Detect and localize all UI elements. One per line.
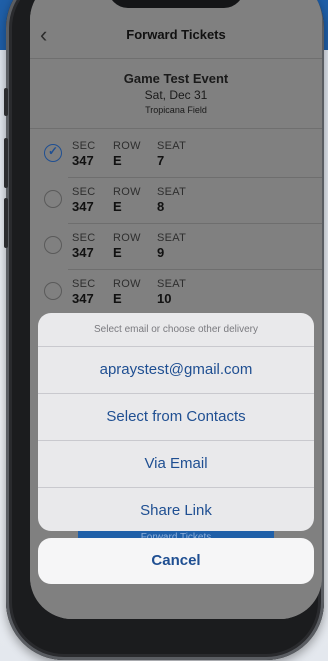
sec-column: SEC 347 (72, 186, 96, 214)
event-info: Game Test Event Sat, Dec 31 Tropicana Fi… (30, 71, 322, 115)
sec-value: 347 (72, 245, 94, 260)
seat-label: SEAT (157, 186, 187, 198)
sec-value: 347 (72, 153, 94, 168)
ticket-checkbox[interactable] (44, 282, 62, 300)
row-column: ROW E (113, 232, 141, 260)
seat-label: SEAT (157, 278, 187, 290)
sec-column: SEC 347 (72, 232, 96, 260)
event-date: Sat, Dec 31 (144, 88, 208, 102)
seat-column: SEAT 9 (157, 232, 186, 260)
row-label: ROW (113, 140, 141, 152)
sec-column: SEC 347 (72, 278, 96, 306)
seat-label: SEAT (157, 140, 187, 152)
sec-value: 347 (72, 199, 94, 214)
email-option-button[interactable]: apraystest@gmail.com (38, 346, 314, 393)
seat-value: 9 (157, 245, 165, 260)
sec-label: SEC (72, 278, 96, 290)
ticket-checkbox[interactable] (44, 190, 62, 208)
row-label: ROW (113, 278, 141, 290)
seat-column: SEAT 8 (157, 186, 186, 214)
ticket-checkbox-checked[interactable] (44, 144, 62, 162)
row-value: E (113, 245, 122, 260)
sec-label: SEC (72, 186, 96, 198)
phone-frame: ‹ Forward Tickets Game Test Event Sat, D… (4, 0, 324, 660)
event-venue: Tropicana Field (145, 105, 207, 115)
ticket-row[interactable]: SEC 347 ROW E SEAT 10 (30, 270, 322, 316)
delivery-action-sheet: Select email or choose other delivery ap… (38, 313, 314, 531)
event-name: Game Test Event (123, 71, 229, 86)
row-value: E (113, 153, 122, 168)
seat-value: 7 (157, 153, 165, 168)
nav-divider (30, 58, 322, 59)
action-sheet-header: Select email or choose other delivery (94, 324, 258, 335)
sec-label: SEC (72, 140, 96, 152)
seat-label: SEAT (157, 232, 187, 244)
seat-column: SEAT 10 (157, 278, 186, 306)
page-title: Forward Tickets (126, 27, 226, 42)
volume-down-button (4, 198, 8, 248)
sec-column: SEC 347 (72, 140, 96, 168)
ticket-row[interactable]: SEC 347 ROW E SEAT 9 (30, 224, 322, 270)
row-column: ROW E (113, 140, 141, 168)
nav-bar: ‹ Forward Tickets (30, 18, 322, 54)
seat-value: 8 (157, 199, 165, 214)
mute-switch (4, 88, 8, 116)
notch (108, 0, 244, 8)
share-link-button[interactable]: Share Link (38, 487, 314, 531)
cancel-button[interactable]: Cancel (38, 538, 314, 584)
ticket-row[interactable]: SEC 347 ROW E SEAT 8 (30, 178, 322, 224)
via-email-button[interactable]: Via Email (38, 440, 314, 487)
row-column: ROW E (113, 186, 141, 214)
row-label: ROW (113, 186, 141, 198)
row-value: E (113, 291, 122, 306)
row-column: ROW E (113, 278, 141, 306)
phone-screen: ‹ Forward Tickets Game Test Event Sat, D… (30, 0, 322, 619)
seat-value: 10 (157, 291, 172, 306)
event-divider (30, 128, 322, 129)
sec-value: 347 (72, 291, 94, 306)
select-from-contacts-button[interactable]: Select from Contacts (38, 393, 314, 440)
volume-up-button (4, 138, 8, 188)
seat-column: SEAT 7 (157, 140, 186, 168)
ticket-checkbox[interactable] (44, 236, 62, 254)
row-label: ROW (113, 232, 141, 244)
ticket-row[interactable]: SEC 347 ROW E SEAT 7 (30, 132, 322, 178)
sec-label: SEC (72, 232, 96, 244)
row-value: E (113, 199, 122, 214)
